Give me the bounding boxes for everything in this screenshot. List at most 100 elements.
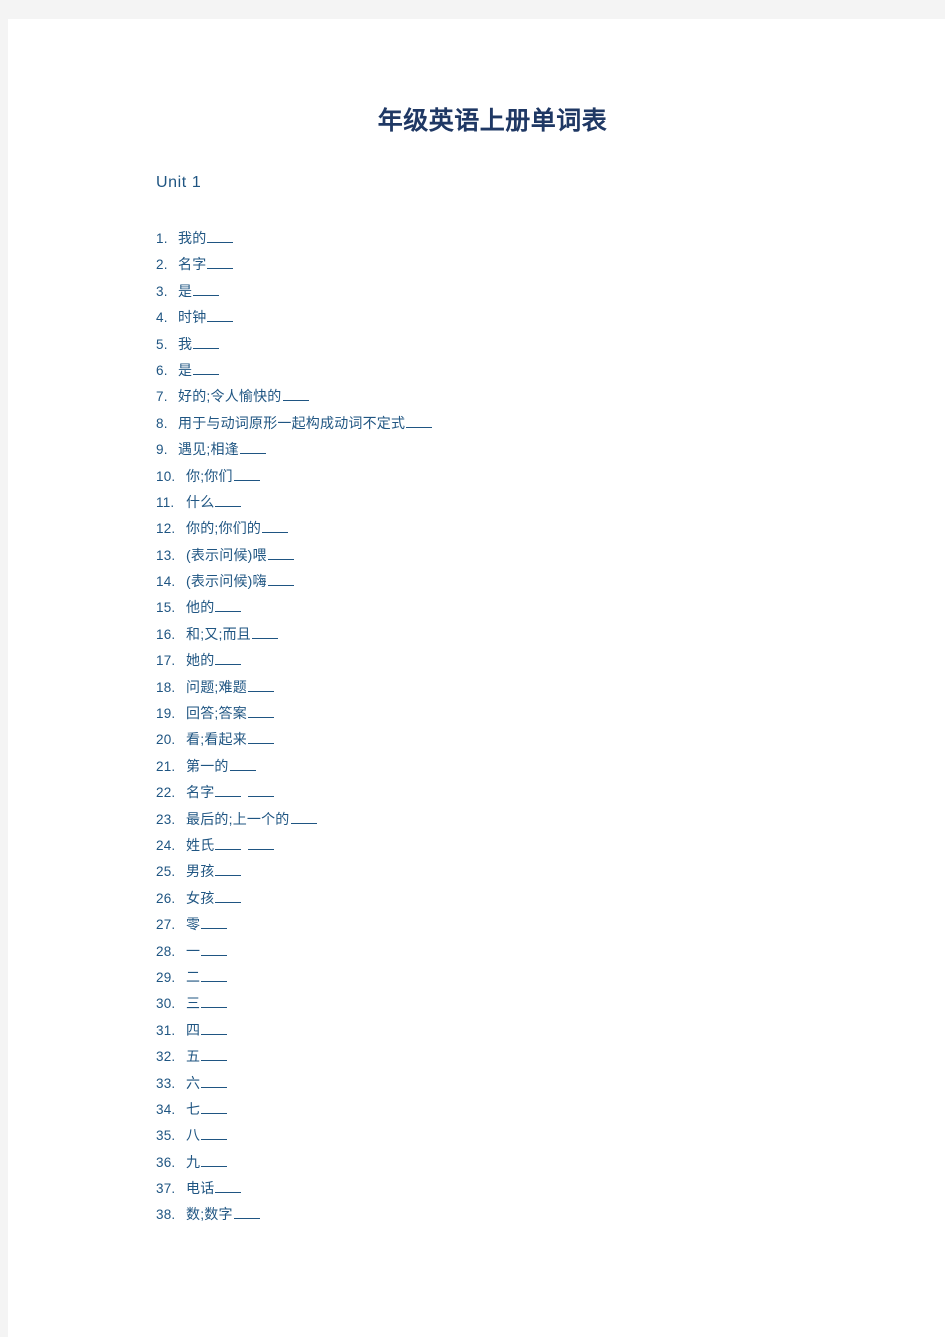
answer-blank[interactable]	[406, 415, 433, 428]
vocabulary-item-number: 2.	[156, 257, 168, 273]
page-title: 年级英语上册单词表	[8, 101, 945, 137]
vocabulary-item-number: 38.	[156, 1207, 176, 1223]
vocabulary-item-term: 六	[186, 1074, 201, 1091]
answer-blank[interactable]	[207, 230, 234, 243]
vocabulary-item: 2. 名字	[156, 251, 916, 277]
answer-blank[interactable]	[201, 1101, 228, 1114]
vocabulary-item-number: 37.	[156, 1181, 176, 1197]
vocabulary-item-number: 1.	[156, 231, 168, 246]
answer-blank[interactable]	[267, 547, 294, 560]
answer-blank[interactable]	[248, 837, 275, 850]
vocabulary-item-number: 35.	[156, 1128, 176, 1144]
vocabulary-item-term: 七	[186, 1100, 201, 1117]
vocabulary-item: 22. 名字	[156, 779, 916, 805]
answer-blank[interactable]	[201, 916, 228, 930]
answer-blank[interactable]	[251, 626, 278, 639]
vocabulary-item: 32. 五	[156, 1043, 916, 1069]
answer-blank[interactable]	[282, 388, 309, 402]
answer-blank[interactable]	[215, 890, 242, 903]
vocabulary-item: 4. 时钟	[156, 304, 916, 330]
vocabulary-item-number: 18.	[156, 679, 176, 695]
vocabulary-item-number: 4.	[156, 310, 168, 326]
answer-blank[interactable]	[193, 336, 220, 349]
vocabulary-item-term: 八	[186, 1127, 201, 1144]
vocabulary-item: 19. 回答;答案	[156, 700, 916, 726]
vocabulary-item: 37. 电话	[156, 1175, 916, 1201]
vocabulary-item-number: 19.	[156, 706, 176, 722]
answer-blank[interactable]	[267, 573, 294, 587]
vocabulary-item-term: 好的;令人愉快的	[178, 388, 282, 405]
vocabulary-item: 7. 好的;令人愉快的	[156, 383, 916, 409]
vocabulary-item-term: 数;数字	[186, 1206, 233, 1223]
vocabulary-item-number: 23.	[156, 811, 176, 827]
answer-blank[interactable]	[201, 969, 228, 982]
vocabulary-item-number: 16.	[156, 626, 176, 642]
vocabulary-item-term: 回答;答案	[186, 705, 247, 722]
vocabulary-item-term: 用于与动词原形一起构成动词不定式	[178, 414, 406, 431]
answer-blank[interactable]	[247, 732, 274, 745]
answer-blank[interactable]	[215, 863, 242, 877]
answer-blank[interactable]	[193, 362, 220, 375]
vocabulary-item-number: 24.	[156, 837, 176, 853]
answer-blank[interactable]	[239, 441, 266, 455]
answer-blank[interactable]	[215, 600, 242, 613]
vocabulary-item-number: 34.	[156, 1101, 176, 1117]
vocabulary-item-term: 看;看起来	[186, 731, 247, 748]
vocabulary-item-term: (表示问候)嗨	[186, 573, 267, 590]
vocabulary-item: 14. (表示问候)嗨	[156, 568, 916, 594]
vocabulary-item-term: 第一的	[186, 757, 229, 774]
vocabulary-item: 15. 他的	[156, 594, 916, 620]
vocabulary-item-term: 问题;难题	[186, 678, 247, 695]
answer-blank[interactable]	[215, 784, 242, 798]
answer-blank[interactable]	[201, 995, 228, 1009]
vocabulary-item: 38. 数;数字	[156, 1201, 916, 1227]
page-title-text: 年级英语上册单词表	[377, 108, 608, 135]
vocabulary-item-number: 13.	[156, 547, 176, 563]
vocabulary-item-term: (表示问候)喂	[186, 546, 267, 563]
answer-blank[interactable]	[201, 1154, 228, 1167]
answer-blank[interactable]	[247, 705, 274, 719]
answer-blank[interactable]	[290, 811, 317, 824]
answer-blank[interactable]	[215, 1180, 242, 1194]
vocabulary-item-number: 36.	[156, 1154, 176, 1170]
answer-blank[interactable]	[262, 520, 289, 534]
answer-blank[interactable]	[207, 309, 234, 323]
answer-blank[interactable]	[201, 1127, 228, 1141]
vocabulary-item-number: 33.	[156, 1075, 176, 1091]
answer-blank[interactable]	[229, 758, 256, 771]
answer-blank[interactable]	[233, 468, 260, 481]
vocabulary-item-term: 女孩	[186, 889, 215, 906]
vocabulary-item-number: 21.	[156, 758, 176, 774]
vocabulary-item: 21. 第一的	[156, 753, 916, 779]
vocabulary-item: 24. 姓氏	[156, 832, 916, 858]
answer-blank[interactable]	[201, 1022, 228, 1035]
answer-blank[interactable]	[248, 784, 275, 798]
vocabulary-item-term: 名字	[178, 256, 207, 273]
vocabulary-item: 1. 我的	[156, 225, 916, 251]
answer-blank[interactable]	[215, 652, 242, 666]
vocabulary-item-number: 3.	[156, 283, 168, 299]
vocabulary-item-term: 最后的;上一个的	[186, 810, 290, 827]
answer-blank[interactable]	[215, 837, 242, 850]
answer-blank[interactable]	[201, 943, 228, 956]
vocabulary-item: 23. 最后的;上一个的	[156, 806, 916, 832]
vocabulary-item: 17. 她的	[156, 647, 916, 673]
vocabulary-item-number: 28.	[156, 943, 176, 959]
answer-blank[interactable]	[207, 257, 234, 270]
vocabulary-item-number: 29.	[156, 969, 176, 985]
vocabulary-item-number: 10.	[156, 468, 176, 484]
vocabulary-item-term: 我的	[178, 230, 207, 246]
answer-blank[interactable]	[247, 679, 274, 692]
vocabulary-item-term: 我	[178, 335, 193, 352]
vocabulary-item-term: 是	[178, 282, 193, 299]
vocabulary-item: 12. 你的;你们的	[156, 515, 916, 541]
answer-blank[interactable]	[233, 1207, 260, 1220]
vocabulary-item: 34. 七	[156, 1096, 916, 1122]
answer-blank[interactable]	[193, 283, 220, 296]
answer-blank[interactable]	[201, 1075, 228, 1088]
vocabulary-item-number: 25.	[156, 864, 176, 880]
answer-blank[interactable]	[201, 1048, 228, 1062]
vocabulary-item-number: 30.	[156, 996, 176, 1012]
vocabulary-item-number: 11.	[156, 494, 175, 510]
answer-blank[interactable]	[215, 494, 242, 507]
